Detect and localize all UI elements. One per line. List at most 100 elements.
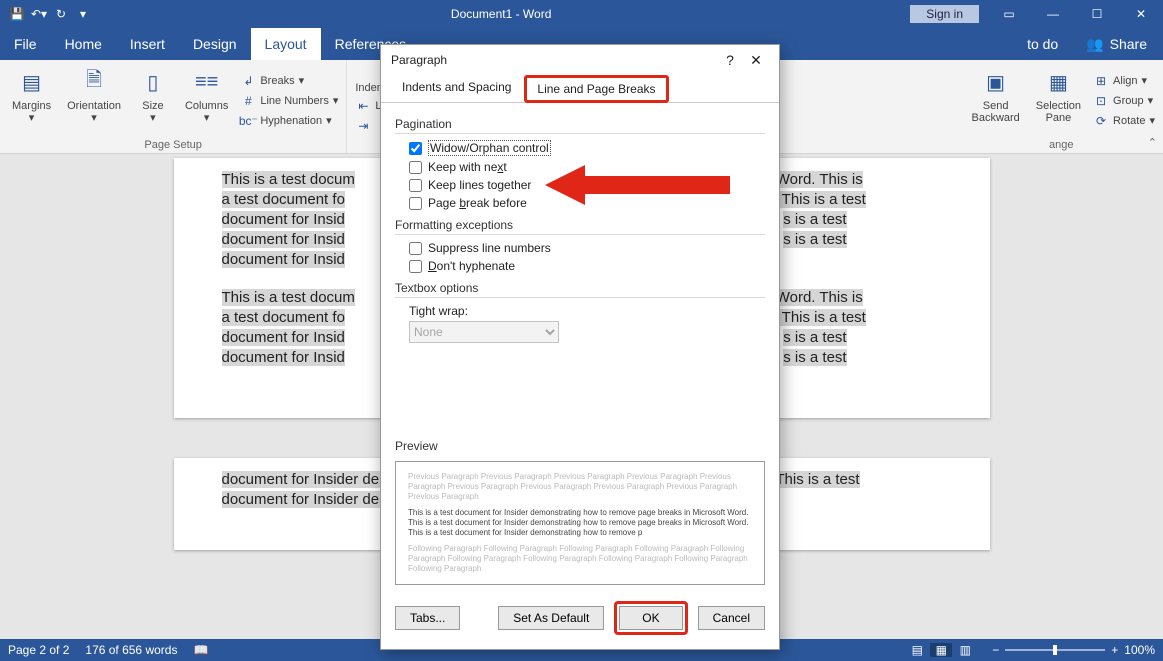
print-layout-icon[interactable]: ▦	[930, 643, 952, 657]
tab-line-page-breaks[interactable]: Line and Page Breaks	[524, 75, 668, 103]
collapse-ribbon-icon[interactable]: ⌃	[1148, 136, 1157, 149]
doc-text: document for Insid	[222, 251, 345, 268]
rotate-button[interactable]: ⟳Rotate ▾	[1091, 112, 1157, 130]
save-icon[interactable]: 💾	[8, 7, 26, 21]
group-button[interactable]: ⊡Group ▾	[1091, 92, 1157, 110]
preview-box: Previous Paragraph Previous Paragraph Pr…	[395, 461, 765, 585]
doc-text: document for Insid	[222, 231, 345, 248]
size-button[interactable]: ▯Size▾	[131, 64, 175, 137]
zoom-slider[interactable]	[1005, 649, 1105, 651]
ribbon-group-arrange: ▣Send Backward ▦Selection Pane ⊞Align ▾ …	[959, 60, 1163, 153]
group-icon: ⊡	[1093, 93, 1109, 109]
redo-icon[interactable]: ↻	[52, 7, 70, 21]
sign-in-button[interactable]: Sign in	[910, 5, 979, 23]
view-buttons: ▤ ▦ ▥	[906, 643, 976, 657]
suppress-line-numbers-checkbox[interactable]: Suppress line numbers	[395, 239, 765, 257]
tight-wrap-select[interactable]: None	[409, 321, 559, 343]
close-icon[interactable]: ✕	[1119, 0, 1163, 28]
doc-text: This is a test docum	[222, 289, 355, 306]
preview-current-text: This is a test document for Insider demo…	[408, 508, 752, 538]
doc-text: a test document fo	[222, 191, 345, 208]
indent-left-icon: ⇤	[355, 98, 371, 114]
share-label: Share	[1110, 36, 1147, 52]
tight-wrap-label: Tight wrap:	[409, 304, 765, 318]
dialog-tabs: Indents and Spacing Line and Page Breaks	[381, 75, 779, 103]
size-icon: ▯	[137, 66, 169, 98]
orientation-button[interactable]: 🗎Orientation▾	[61, 64, 127, 137]
margins-button[interactable]: ▤Margins▾	[6, 64, 57, 137]
selection-pane-icon: ▦	[1042, 66, 1074, 98]
align-icon: ⊞	[1093, 73, 1109, 89]
section-pagination: Pagination	[395, 111, 765, 135]
doc-text: d. This is a test	[765, 309, 866, 326]
window-controls: ▭ — ☐ ✕	[987, 0, 1163, 28]
doc-text: document for Insid	[222, 349, 345, 366]
tabs-button[interactable]: Tabs...	[395, 606, 460, 630]
doc-text: document for Insid	[222, 211, 345, 228]
breaks-button[interactable]: ↲Breaks ▾	[238, 72, 340, 90]
undo-icon[interactable]: ↶▾	[30, 7, 48, 21]
doc-text: s is a test	[783, 211, 846, 228]
cancel-button[interactable]: Cancel	[698, 606, 765, 630]
web-layout-icon[interactable]: ▥	[954, 643, 976, 657]
quick-access-toolbar: 💾 ↶▾ ↻ ▾	[0, 7, 92, 21]
maximize-icon[interactable]: ☐	[1075, 0, 1119, 28]
share-button[interactable]: 👥 Share	[1070, 36, 1163, 53]
hyphenation-icon: bc⁻	[240, 113, 256, 129]
keep-with-next-checkbox[interactable]: Keep with next	[395, 158, 765, 176]
hyphenation-button[interactable]: bc⁻Hyphenation ▾	[238, 112, 340, 130]
titlebar: 💾 ↶▾ ↻ ▾ Document1 - Word Sign in ▭ — ☐ …	[0, 0, 1163, 28]
columns-button[interactable]: ≡≡Columns▾	[179, 64, 234, 137]
zoom-level[interactable]: 100%	[1124, 643, 1155, 657]
window-title: Document1 - Word	[92, 7, 910, 21]
doc-text: s is a test	[783, 329, 846, 346]
tab-insert[interactable]: Insert	[116, 28, 179, 60]
selection-pane-button[interactable]: ▦Selection Pane	[1030, 64, 1087, 137]
preview-prev-text: Previous Paragraph Previous Paragraph Pr…	[408, 472, 752, 502]
status-page[interactable]: Page 2 of 2	[8, 643, 69, 657]
tab-indents-spacing[interactable]: Indents and Spacing	[391, 75, 522, 103]
section-formatting-exceptions: Formatting exceptions	[395, 212, 765, 236]
section-preview: Preview	[395, 433, 765, 457]
dialog-title: Paragraph	[391, 53, 717, 67]
doc-text: s is a test	[783, 349, 846, 366]
tab-file[interactable]: File	[0, 28, 51, 60]
status-word-count[interactable]: 176 of 656 words	[85, 643, 177, 657]
dialog-help-icon[interactable]: ?	[717, 52, 743, 68]
widow-orphan-checkbox[interactable]: Widow/Orphan control	[395, 138, 765, 158]
tab-layout[interactable]: Layout	[251, 28, 321, 60]
ribbon-display-icon[interactable]: ▭	[987, 0, 1031, 28]
align-button[interactable]: ⊞Align ▾	[1091, 72, 1157, 90]
keep-lines-together-checkbox[interactable]: Keep lines together	[395, 176, 765, 194]
orientation-icon: 🗎	[78, 66, 110, 98]
read-mode-icon[interactable]: ▤	[906, 643, 928, 657]
minimize-icon[interactable]: —	[1031, 0, 1075, 28]
ribbon-group-label-arrange: ange	[965, 137, 1157, 151]
columns-icon: ≡≡	[191, 66, 223, 98]
zoom-control: − + 100%	[992, 643, 1155, 657]
tell-me-fragment[interactable]: to do	[1015, 36, 1070, 52]
dont-hyphenate-checkbox[interactable]: Don't hyphenate	[395, 257, 765, 275]
set-as-default-button[interactable]: Set As Default	[498, 606, 604, 630]
ok-button[interactable]: OK	[619, 606, 682, 630]
page-break-before-checkbox[interactable]: Page break before	[395, 194, 765, 212]
zoom-in-icon[interactable]: +	[1111, 643, 1118, 657]
line-numbers-button[interactable]: #Line Numbers ▾	[238, 92, 340, 110]
indent-right-icon: ⇥	[355, 118, 371, 134]
qat-more-icon[interactable]: ▾	[74, 7, 92, 21]
margins-icon: ▤	[16, 66, 48, 98]
doc-text: a test document fo	[222, 309, 345, 326]
status-proofing-icon[interactable]: 📖	[193, 643, 208, 657]
zoom-out-icon[interactable]: −	[992, 643, 999, 657]
tab-home[interactable]: Home	[51, 28, 116, 60]
ribbon-group-page-setup: ▤Margins▾ 🗎Orientation▾ ▯Size▾ ≡≡Columns…	[0, 60, 347, 153]
paragraph-dialog: Paragraph ? ✕ Indents and Spacing Line a…	[380, 44, 780, 650]
send-backward-button[interactable]: ▣Send Backward	[965, 64, 1025, 137]
share-icon: 👥	[1086, 36, 1103, 53]
dialog-close-icon[interactable]: ✕	[743, 52, 769, 69]
send-backward-icon: ▣	[980, 66, 1012, 98]
tab-design[interactable]: Design	[179, 28, 251, 60]
ok-highlight: OK	[614, 601, 687, 635]
preview-next-text: Following Paragraph Following Paragraph …	[408, 544, 752, 574]
doc-text: s is a test	[783, 231, 846, 248]
